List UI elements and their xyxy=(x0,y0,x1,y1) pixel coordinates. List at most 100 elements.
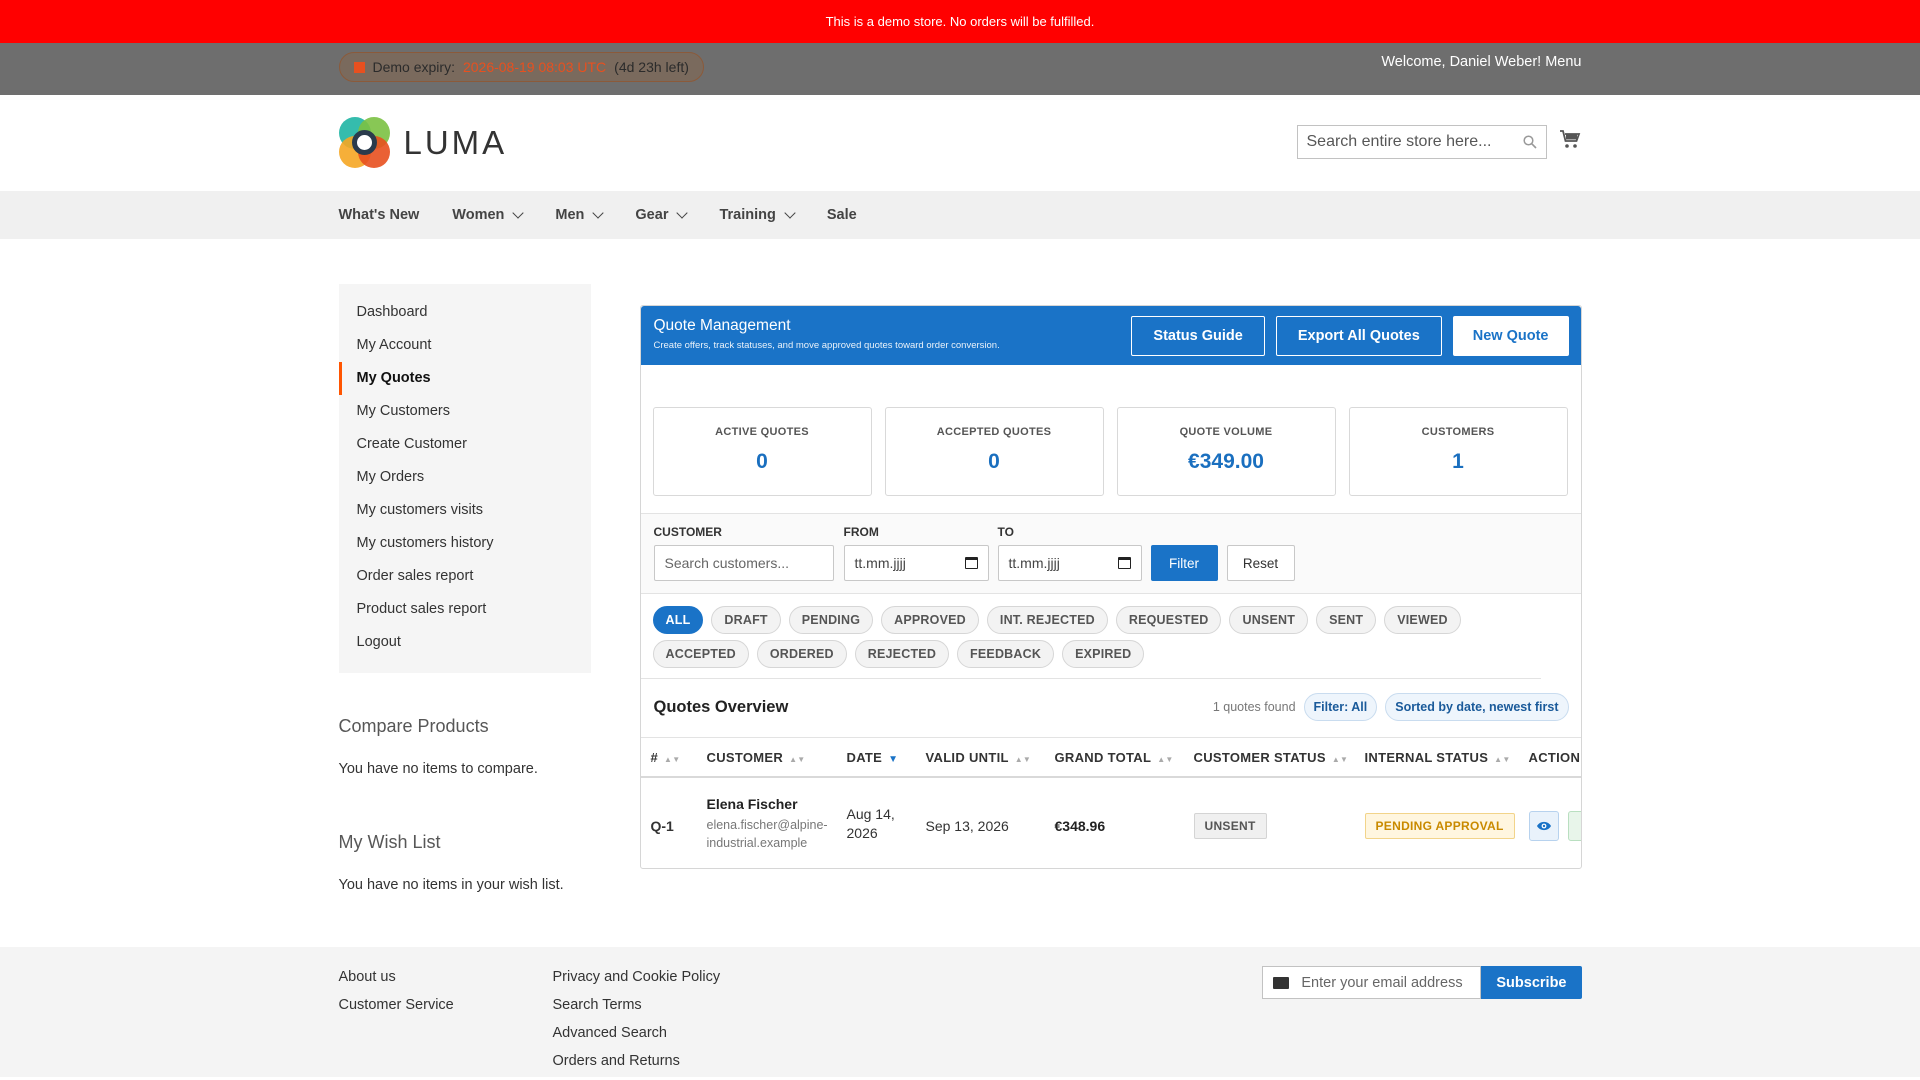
status-guide-button[interactable]: Status Guide xyxy=(1131,316,1265,356)
sort-pill[interactable]: Sorted by date, newest first xyxy=(1385,693,1569,721)
calendar-icon[interactable] xyxy=(1117,557,1131,569)
footer-link-privacy[interactable]: Privacy and Cookie Policy xyxy=(553,969,721,985)
nav-training[interactable]: Training xyxy=(719,206,796,223)
expiry-prefix: Demo expiry: xyxy=(372,59,455,75)
compare-products-text: You have no items to compare. xyxy=(338,761,538,777)
sidebar-item-create-customer[interactable]: Create Customer xyxy=(339,428,591,461)
sidebar-item-customers-visits[interactable]: My customers visits xyxy=(339,494,591,527)
quotes-table: # ▲▼ CUSTOMER ▲▼ DATE ▼ VALID UNTIL ▲▼ GRAND… xyxy=(640,737,1581,868)
nav-gear[interactable]: Gear xyxy=(635,206,689,223)
expiry-icon xyxy=(353,61,365,73)
cart-icon[interactable] xyxy=(1558,127,1582,151)
filter-pill[interactable]: Filter: All xyxy=(1303,693,1378,721)
to-date-label: TO xyxy=(997,525,1014,539)
customer-email-line-2: industrial.example xyxy=(706,836,808,850)
column-header-valid-until[interactable]: VALID UNTIL ▲▼ xyxy=(926,750,1032,765)
chip-feedback[interactable]: FEEDBACK xyxy=(957,640,1055,668)
expiry-date: 2026-08-19 08:03 UTC xyxy=(462,59,607,75)
customer-status-badge: UNSENT xyxy=(1193,813,1267,839)
from-date-input[interactable]: tt.mm.jjjj xyxy=(843,545,989,581)
luma-logo[interactable]: LUMA xyxy=(338,117,508,168)
sidebar-item-order-sales-report[interactable]: Order sales report xyxy=(339,560,591,593)
column-header-customer[interactable]: CUSTOMER ▲▼ xyxy=(707,750,806,765)
secondary-action-button[interactable] xyxy=(1567,811,1581,841)
nav-women[interactable]: Women xyxy=(452,206,525,223)
footer-link-search-terms[interactable]: Search Terms xyxy=(553,997,642,1013)
site-header: LUMA Search entire store here... xyxy=(0,95,1920,191)
wishlist-title: My Wish List xyxy=(338,832,441,852)
chip-ordered[interactable]: ORDERED xyxy=(756,640,847,668)
chevron-down-icon xyxy=(676,206,689,219)
stat-card-customers: CUSTOMERS 1 xyxy=(1348,407,1568,496)
column-header-grand-total[interactable]: GRAND TOTAL ▲▼ xyxy=(1055,750,1174,765)
to-date-input[interactable]: tt.mm.jjjj xyxy=(997,545,1142,581)
quotes-overview-title: Quotes Overview xyxy=(653,698,789,716)
valid-until: Sep 13, 2026 xyxy=(925,818,1009,834)
view-quote-button[interactable] xyxy=(1528,811,1559,841)
search-icon[interactable] xyxy=(1522,135,1537,149)
chevron-down-icon xyxy=(512,206,525,219)
sidebar-item-my-quotes[interactable]: My Quotes xyxy=(338,362,591,395)
customer-email-line-1: elena.fischer@alpine- xyxy=(706,818,828,832)
quotes-overview-header: Quotes Overview 1 quotes found Filter: A… xyxy=(641,679,1581,737)
quotes-found-count: 1 quotes found xyxy=(1212,700,1296,714)
export-all-quotes-button[interactable]: Export All Quotes xyxy=(1275,316,1442,356)
nav-sale[interactable]: Sale xyxy=(827,207,857,223)
chip-pending[interactable]: PENDING xyxy=(788,606,874,634)
quote-management-subtitle: Create offers, track statuses, and move … xyxy=(653,340,1000,351)
stat-card-accepted-quotes: ACCEPTED QUOTES 0 xyxy=(884,407,1104,496)
sidebar-item-logout[interactable]: Logout xyxy=(339,626,591,659)
from-date-label: FROM xyxy=(843,525,879,539)
stat-card-quote-volume: QUOTE VOLUME €349.00 xyxy=(1116,407,1336,496)
chip-all[interactable]: ALL xyxy=(652,606,704,634)
main-navigation: What's New Women Men Gear Training Sale xyxy=(0,191,1920,239)
newsletter-email-input[interactable]: Enter your email address xyxy=(1262,966,1482,999)
sidebar-item-my-orders[interactable]: My Orders xyxy=(339,461,591,494)
chip-rejected[interactable]: REJECTED xyxy=(854,640,950,668)
nav-whats-new[interactable]: What's New xyxy=(339,207,420,223)
customer-search-input[interactable]: Search customers... xyxy=(653,545,834,581)
footer-link-about-us[interactable]: About us xyxy=(339,969,396,985)
sidebar-item-my-customers[interactable]: My Customers xyxy=(339,395,591,428)
column-header-action: ACTION xyxy=(1528,750,1581,765)
chip-accepted[interactable]: ACCEPTED xyxy=(652,640,749,668)
reset-button[interactable]: Reset xyxy=(1226,545,1295,581)
quote-id[interactable]: Q-1 xyxy=(651,818,674,834)
demo-notice-bar: This is a demo store. No orders will be … xyxy=(0,0,1920,43)
customer-name[interactable]: Elena Fischer xyxy=(707,796,798,812)
column-header-internal-status[interactable]: INTERNAL STATUS ▲▼ xyxy=(1365,750,1511,765)
column-header-date[interactable]: DATE ▼ xyxy=(847,750,899,765)
table-header-row: # ▲▼ CUSTOMER ▲▼ DATE ▼ VALID UNTIL ▲▼ GRAND… xyxy=(640,738,1581,778)
footer-link-orders-returns[interactable]: Orders and Returns xyxy=(553,1053,680,1069)
column-header-id[interactable]: # ▲▼ xyxy=(651,750,681,765)
chip-expired[interactable]: EXPIRED xyxy=(1062,640,1145,668)
sidebar-item-customers-history[interactable]: My customers history xyxy=(339,527,591,560)
chip-unsent[interactable]: UNSENT xyxy=(1229,606,1309,634)
nav-men[interactable]: Men xyxy=(555,206,605,223)
search-placeholder: Search entire store here... xyxy=(1306,133,1492,150)
chip-requested[interactable]: REQUESTED xyxy=(1115,606,1222,634)
chip-sent[interactable]: SENT xyxy=(1316,606,1377,634)
chip-draft[interactable]: DRAFT xyxy=(711,606,781,634)
status-chips: ALL DRAFT PENDING APPROVED INT. REJECTED… xyxy=(640,594,1541,679)
sidebar-item-dashboard[interactable]: Dashboard xyxy=(339,296,591,329)
chevron-down-icon xyxy=(784,206,796,219)
filter-button[interactable]: Filter xyxy=(1150,545,1218,581)
chip-approved[interactable]: APPROVED xyxy=(881,606,979,634)
chip-int-rejected[interactable]: INT. REJECTED xyxy=(986,606,1108,634)
search-input[interactable]: Search entire store here... xyxy=(1296,125,1547,159)
footer-link-advanced-search[interactable]: Advanced Search xyxy=(553,1025,667,1041)
sidebar-item-my-account[interactable]: My Account xyxy=(339,329,591,362)
quote-stats: ACTIVE QUOTES 0 ACCEPTED QUOTES 0 QUOTE … xyxy=(641,407,1581,496)
new-quote-button[interactable]: New Quote xyxy=(1452,316,1569,356)
chip-viewed[interactable]: VIEWED xyxy=(1384,606,1461,634)
quote-filters: CUSTOMER Search customers... FROM tt.mm.… xyxy=(640,513,1581,594)
column-header-customer-status[interactable]: CUSTOMER STATUS ▲▼ xyxy=(1194,750,1349,765)
footer-link-customer-service[interactable]: Customer Service xyxy=(339,997,454,1013)
welcome-menu[interactable]: Welcome, Daniel Weber! Menu xyxy=(1381,43,1581,81)
calendar-icon[interactable] xyxy=(964,557,978,569)
demo-notice-text: This is a demo store. No orders will be … xyxy=(825,14,1095,29)
sidebar-item-product-sales-report[interactable]: Product sales report xyxy=(339,593,591,626)
subscribe-button[interactable]: Subscribe xyxy=(1481,966,1582,999)
quote-management-title: Quote Management xyxy=(653,317,791,334)
